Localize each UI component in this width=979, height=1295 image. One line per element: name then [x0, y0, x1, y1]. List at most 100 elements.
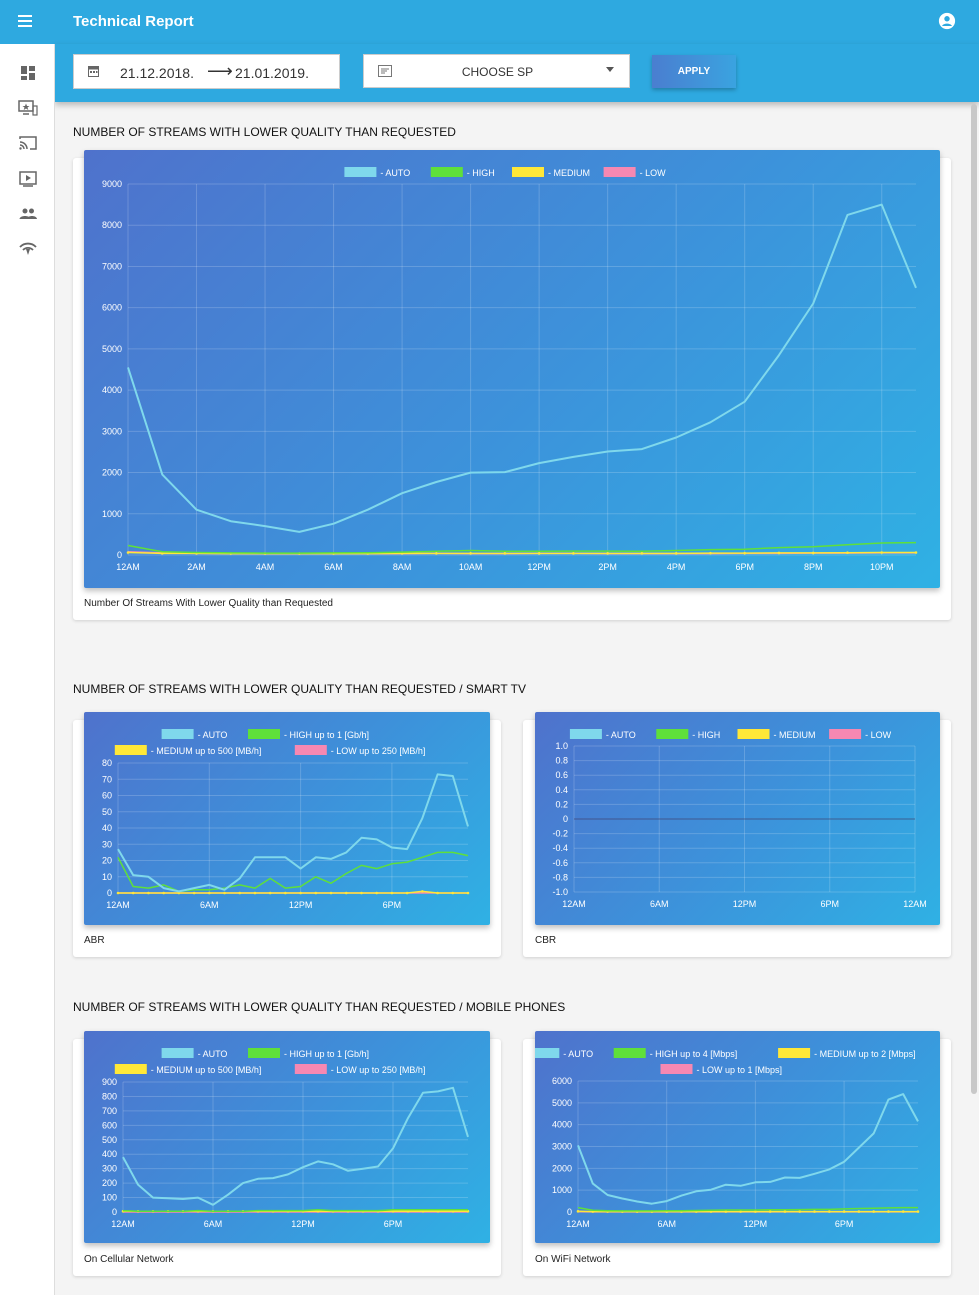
cellular-plot: 0 100 200 300 400 500 600 700 800 900 12AM 6AM 12PM 6… — [102, 1048, 470, 1229]
cast-icon[interactable] — [18, 134, 38, 152]
main-legend-label-high: - HIGH — [467, 168, 495, 178]
sp-select[interactable]: CHOOSE SP — [363, 54, 630, 88]
abr-point-medium — [192, 891, 196, 895]
wifi-point-medium — [783, 1210, 787, 1213]
date-range-picker[interactable]: 21.12.2018. ⟶ 21.01.2019. — [73, 54, 340, 89]
main-point-medium — [743, 551, 746, 555]
abr-point-medium — [208, 891, 211, 895]
play-screen-icon[interactable] — [18, 170, 38, 188]
abr-ytick-label: 10 — [102, 872, 112, 882]
cbr-ytick-label: 0.4 — [555, 785, 568, 795]
abr-plot: 0 10 20 30 40 50 60 70 80 12AM 6AM 12PM 6PM - AUTO - H… — [102, 729, 470, 910]
cellular-ytick-label: 400 — [102, 1149, 117, 1159]
abr-ytick-label: 70 — [102, 774, 112, 784]
chart-wifi: 0 1000 2000 3000 4000 5000 6000 12AM 6AM 12PM 6PM -… — [535, 1031, 940, 1243]
main-series-high — [127, 541, 917, 554]
abr-point-medium — [436, 891, 439, 895]
abr-point-medium — [299, 891, 302, 895]
cellular-ytick-label: 900 — [102, 1077, 117, 1087]
wifi-signal-icon[interactable] — [18, 240, 38, 258]
wifi-point-medium — [798, 1210, 802, 1213]
chart-caption-overall: Number Of Streams With Lower Quality tha… — [84, 598, 333, 609]
abr-legend-swatch-auto — [161, 729, 194, 739]
apply-button[interactable]: APPLY — [652, 55, 736, 88]
main-xtick-label: 12PM — [527, 562, 551, 572]
page-scrollbar[interactable] — [971, 104, 977, 1094]
main-ytick-label: 2000 — [102, 468, 122, 478]
cbr-legend-swatch-low — [829, 729, 862, 739]
abr-xtick-label: 6PM — [383, 900, 402, 910]
main-ytick-label: 5000 — [102, 344, 122, 354]
cbr-ytick-label: -0.4 — [552, 843, 568, 853]
calendar-icon — [88, 66, 99, 77]
cellular-ytick-label: 500 — [102, 1135, 117, 1145]
users-icon[interactable] — [18, 205, 38, 223]
chart-cbr: -1.0 -0.8 -0.6 -0.4 -0.2 0 0.2 0.4 0.6 0.8 1.0 12AM… — [535, 712, 940, 925]
cbr-legend-swatch-medium — [737, 729, 770, 739]
cellular-ytick-label: 600 — [102, 1120, 117, 1130]
cbr-ytick-label: 0.6 — [555, 770, 568, 780]
abr-ytick-label: 30 — [102, 839, 112, 849]
abr-ytick-label: 0 — [107, 888, 112, 898]
wifi-point-medium — [901, 1210, 905, 1213]
dashboard-icon[interactable] — [18, 64, 38, 82]
cbr-ytick-label: 1.0 — [555, 741, 568, 751]
cellular-xtick-label: 12PM — [291, 1219, 315, 1229]
cbr-xtick-label: 6AM — [650, 899, 669, 909]
abr-ytick-label: 60 — [102, 791, 112, 801]
abr-point-medium — [405, 891, 409, 895]
cellular-ytick-label: 800 — [102, 1091, 117, 1101]
abr-legend-label-low: - LOW up to 250 [MB/h] — [331, 746, 426, 756]
cbr-legend-swatch-auto — [569, 729, 602, 739]
main-xtick-label: 4AM — [256, 562, 275, 572]
main-xtick-label: 4PM — [667, 562, 686, 572]
abr-point-medium — [344, 891, 348, 895]
main-xtick-label: 6AM — [324, 562, 343, 572]
cbr-ytick-label: -1.0 — [552, 887, 568, 897]
section-title-overall: NUMBER OF STREAMS WITH LOWER QUALITY THA… — [73, 125, 456, 139]
chart-abr: 0 10 20 30 40 50 60 70 80 12AM 6AM 12PM 6PM - AUTO - H… — [84, 712, 490, 925]
main-point-medium — [811, 551, 815, 555]
cbr-ytick-label: -0.8 — [552, 872, 568, 882]
abr-point-medium — [162, 891, 165, 895]
chart-caption-wifi: On WiFi Network — [535, 1254, 611, 1265]
cellular-ytick-label: 0 — [112, 1207, 117, 1217]
monitor-star-icon[interactable] — [18, 99, 38, 117]
abr-point-medium — [131, 891, 135, 895]
main-xtick-label: 8PM — [804, 562, 823, 572]
cellular-legend-label-high: - HIGH up to 1 [Gb/h] — [284, 1049, 369, 1059]
abr-point-medium — [466, 891, 470, 895]
abr-xtick-label: 12AM — [106, 900, 130, 910]
main-xtick-label: 12AM — [116, 562, 140, 572]
main-point-medium — [880, 551, 884, 554]
main-plot: 0 1000 2000 3000 4000 5000 6000 7000 8000 9000 12A… — [102, 167, 918, 572]
cbr-xtick-label: 12AM — [562, 899, 586, 909]
abr-point-medium — [390, 891, 394, 895]
account-circle-icon[interactable] — [938, 12, 956, 30]
wifi-ytick-label: 2000 — [552, 1163, 572, 1173]
top-app-bar: Technical Report — [0, 0, 979, 44]
cbr-xtick-label: 12AM — [903, 899, 927, 909]
wifi-legend-label-low: - LOW up to 1 [Mbps] — [697, 1065, 783, 1075]
hamburger-menu-icon[interactable] — [18, 12, 38, 32]
main-legend-swatch-low — [603, 167, 636, 177]
cellular-ytick-label: 100 — [102, 1193, 117, 1203]
abr-point-medium — [253, 891, 257, 895]
main-point-medium — [846, 551, 849, 555]
chevron-down-icon — [606, 67, 614, 72]
main-xtick-label: 10AM — [459, 562, 483, 572]
wifi-xtick-label: 12AM — [566, 1219, 590, 1229]
cellular-legend-label-low: - LOW up to 250 [MB/h] — [331, 1065, 426, 1075]
abr-legend-swatch-medium — [114, 745, 147, 755]
wifi-xtick-label: 6AM — [657, 1219, 676, 1229]
abr-point-medium — [268, 891, 272, 895]
wifi-ytick-label: 3000 — [552, 1142, 572, 1152]
abr-point-medium — [421, 890, 424, 893]
cbr-ytick-label: 0.8 — [555, 756, 568, 766]
main-point-medium — [914, 551, 918, 554]
abr-xtick-label: 12PM — [289, 900, 313, 910]
wifi-series-auto — [577, 1093, 919, 1205]
wifi-legend-label-auto: - AUTO — [563, 1049, 593, 1059]
cbr-legend-swatch-high — [656, 729, 689, 739]
abr-ytick-label: 20 — [102, 856, 112, 866]
